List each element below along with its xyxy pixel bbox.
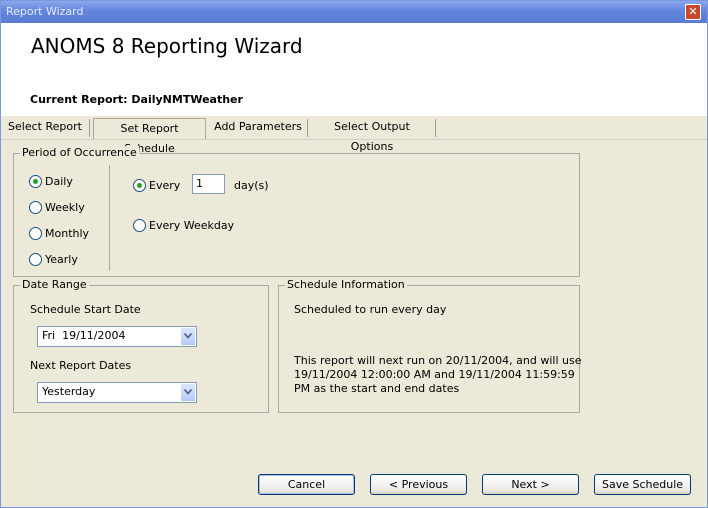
radio-button[interactable] bbox=[133, 219, 146, 232]
current-report-label: Current Report: DailyNMTWeather bbox=[30, 93, 243, 106]
tab-separator bbox=[307, 119, 308, 137]
app-title: ANOMS 8 Reporting Wizard bbox=[31, 34, 303, 58]
radio-label: Monthly bbox=[45, 227, 90, 240]
next-report-dates-value: Yesterday bbox=[42, 385, 96, 398]
radio-button[interactable] bbox=[29, 253, 42, 266]
tab-separator bbox=[435, 119, 436, 137]
radio-label: Yearly bbox=[45, 253, 78, 266]
tab-add-parameters[interactable]: Add Parameters bbox=[212, 117, 304, 138]
schedule-information-legend: Schedule Information bbox=[285, 278, 407, 291]
schedule-detail-line: PM as the start and end dates bbox=[294, 382, 460, 395]
radio-label: Weekly bbox=[45, 201, 85, 214]
cancel-button[interactable]: Cancel bbox=[258, 474, 355, 495]
tab-underline bbox=[1, 139, 707, 140]
close-button[interactable]: ✕ bbox=[685, 4, 701, 20]
every-days-input[interactable]: 1 bbox=[192, 174, 225, 194]
radio-button[interactable] bbox=[29, 201, 42, 214]
schedule-summary-text: Scheduled to run every day bbox=[294, 303, 447, 316]
radio-button[interactable] bbox=[29, 227, 42, 240]
chevron-down-icon[interactable] bbox=[180, 328, 195, 345]
tab-select-output-options[interactable]: Select Output Options bbox=[313, 117, 431, 153]
title-bar[interactable]: Report Wizard ✕ bbox=[1, 1, 707, 23]
schedule-start-date-picker[interactable]: Fri 19/11/2004 bbox=[37, 326, 197, 347]
previous-button[interactable]: < Previous bbox=[370, 474, 467, 495]
wizard-header: ANOMS 8 Reporting Wizard Current Report:… bbox=[1, 23, 707, 116]
tab-select-report[interactable]: Select Report bbox=[5, 117, 85, 138]
radio-label: Daily bbox=[45, 175, 73, 188]
chevron-down-icon[interactable] bbox=[180, 384, 195, 401]
next-report-dates-select[interactable]: Yesterday bbox=[37, 382, 197, 403]
radio-label: Every Weekday bbox=[149, 219, 235, 232]
date-range-legend: Date Range bbox=[20, 278, 89, 291]
next-report-dates-label: Next Report Dates bbox=[30, 359, 132, 372]
radio-button[interactable] bbox=[133, 179, 146, 192]
schedule-start-date-label: Schedule Start Date bbox=[30, 303, 141, 316]
period-divider bbox=[109, 165, 110, 271]
schedule-detail-line: 19/11/2004 12:00:00 AM and 19/11/2004 11… bbox=[294, 368, 575, 381]
next-button[interactable]: Next > bbox=[482, 474, 579, 495]
schedule-detail-line: This report will next run on 20/11/2004,… bbox=[294, 354, 582, 367]
radio-button[interactable] bbox=[29, 175, 42, 188]
period-of-occurrence-group bbox=[13, 153, 580, 277]
days-unit-label: day(s) bbox=[234, 179, 269, 192]
radio-label: Every bbox=[149, 179, 181, 192]
save-schedule-button[interactable]: Save Schedule bbox=[594, 474, 691, 495]
tab-separator bbox=[89, 119, 90, 137]
window-title: Report Wizard bbox=[6, 5, 84, 18]
period-of-occurrence-legend: Period of Occurrence bbox=[20, 146, 139, 159]
tab-set-report-schedule[interactable]: Set Report Schedule bbox=[93, 118, 206, 155]
report-wizard-window: Report Wizard ✕ ANOMS 8 Reporting Wizard… bbox=[0, 0, 708, 508]
start-date-value: Fri 19/11/2004 bbox=[42, 329, 126, 342]
